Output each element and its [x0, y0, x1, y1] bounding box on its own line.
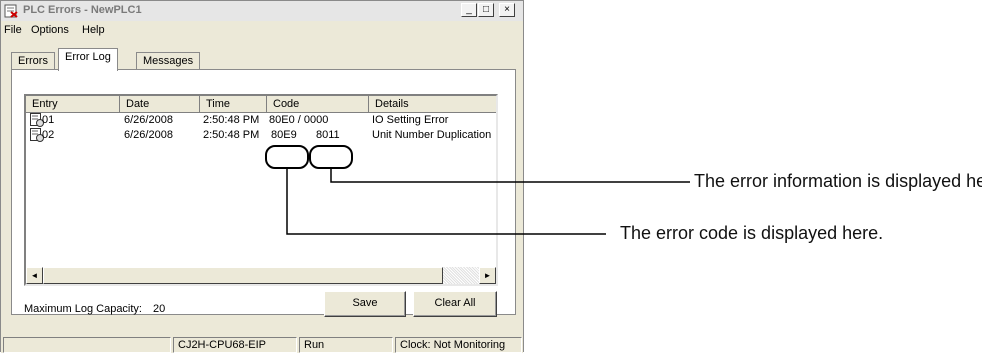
error-info-leader-line [330, 168, 690, 183]
error-info-highlight [309, 145, 353, 169]
error-info-annotation: The error information is displayed here. [694, 171, 982, 191]
error-code-leader-line [286, 168, 606, 235]
error-code-highlight [265, 145, 309, 169]
tab-error-log[interactable]: Error Log [58, 48, 118, 71]
error-code-annotation: The error code is displayed here. [620, 223, 884, 243]
